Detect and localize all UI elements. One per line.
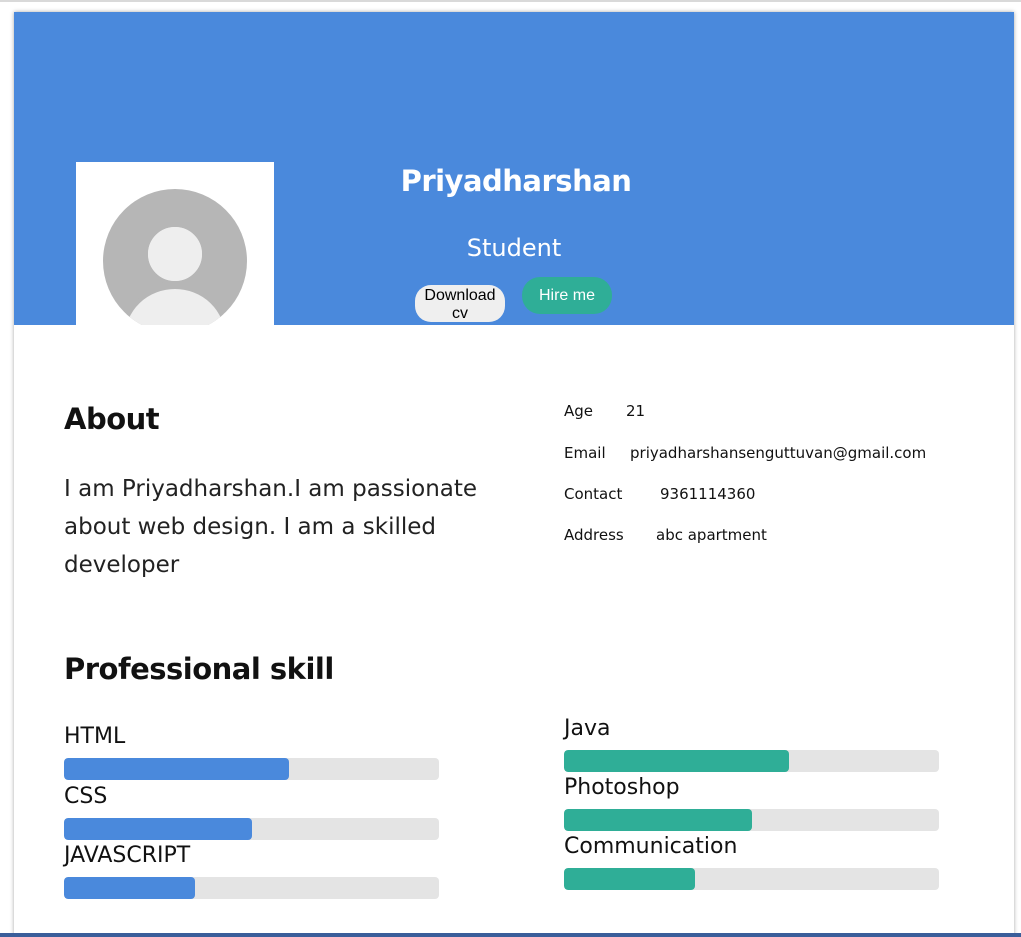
bottom-border-strip <box>0 933 1021 937</box>
info-row-address: Address abc apartment <box>564 526 767 544</box>
info-row-contact: Contact 9361114360 <box>564 485 755 503</box>
about-text: I am Priyadharshan.I am passionate about… <box>64 476 478 578</box>
skill-bar-fill <box>564 809 752 831</box>
profile-role: Student <box>466 234 562 262</box>
skill-bar-fill <box>64 818 252 840</box>
skill-bar-css <box>64 818 439 840</box>
skill-bar-java <box>564 750 939 772</box>
skill-label-java: Java <box>564 716 611 741</box>
browser-edge-line <box>0 0 1021 2</box>
info-value: 21 <box>626 402 646 420</box>
skill-bar-javascript <box>64 877 439 899</box>
info-label: Contact <box>564 485 623 503</box>
skill-bar-html <box>64 758 439 780</box>
skill-bar-fill <box>64 758 289 780</box>
info-value: priyadharshansenguttuvan@gmail.com <box>630 444 927 462</box>
hire-me-button[interactable]: Hire me <box>522 277 612 314</box>
skill-label-css: CSS <box>64 784 108 809</box>
skill-label-javascript: JAVASCRIPT <box>64 843 191 868</box>
info-row-email: Email priyadharshansenguttuvan@gmail.com <box>564 444 926 462</box>
professional-skill-heading: Professional skill <box>64 652 334 686</box>
profile-name: Priyadharshan <box>400 164 632 198</box>
profile-header: Priyadharshan Student Download cv Hire m… <box>14 12 1014 325</box>
info-label: Address <box>564 526 624 544</box>
info-label: Age <box>564 402 594 420</box>
skill-label-communication: Communication <box>564 834 738 859</box>
profile-card: Priyadharshan Student Download cv Hire m… <box>14 12 1014 937</box>
info-value: abc apartment <box>656 526 767 544</box>
skill-label-html: HTML <box>64 724 126 749</box>
download-cv-button[interactable]: Download cv <box>415 285 505 322</box>
avatar <box>76 162 274 325</box>
info-value: 9361114360 <box>660 485 756 503</box>
skill-bar-fill <box>564 750 789 772</box>
skill-bar-communication <box>564 868 939 890</box>
info-row-age: Age 21 <box>564 402 645 420</box>
skill-label-photoshop: Photoshop <box>564 775 680 800</box>
skill-bar-fill <box>564 868 696 890</box>
user-avatar-placeholder-icon <box>103 189 247 325</box>
info-label: Email <box>564 444 606 462</box>
skill-bar-fill <box>64 877 196 899</box>
about-heading: About <box>64 402 160 436</box>
skill-bar-photoshop <box>564 809 939 831</box>
